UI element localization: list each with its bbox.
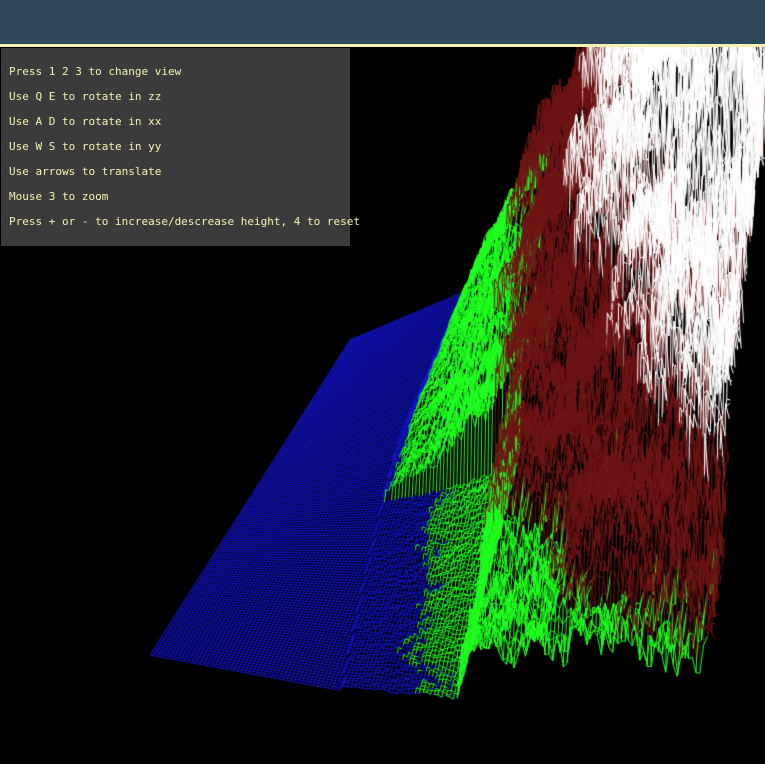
help-line-change-view: Press 1 2 3 to change view [9,65,182,78]
window-title-bar [0,0,765,45]
help-line-zoom: Mouse 3 to zoom [9,190,109,203]
help-line-translate: Use arrows to translate [9,165,162,178]
help-line-rotate-yy: Use W S to rotate in yy [9,140,162,153]
help-line-rotate-xx: Use A D to rotate in xx [9,115,162,128]
help-line-rotate-zz: Use Q E to rotate in zz [9,90,162,103]
help-line-height: Press + or - to increase/descrease heigh… [9,215,360,228]
controls-help-panel: Press 1 2 3 to change view Use Q E to ro… [1,48,360,246]
